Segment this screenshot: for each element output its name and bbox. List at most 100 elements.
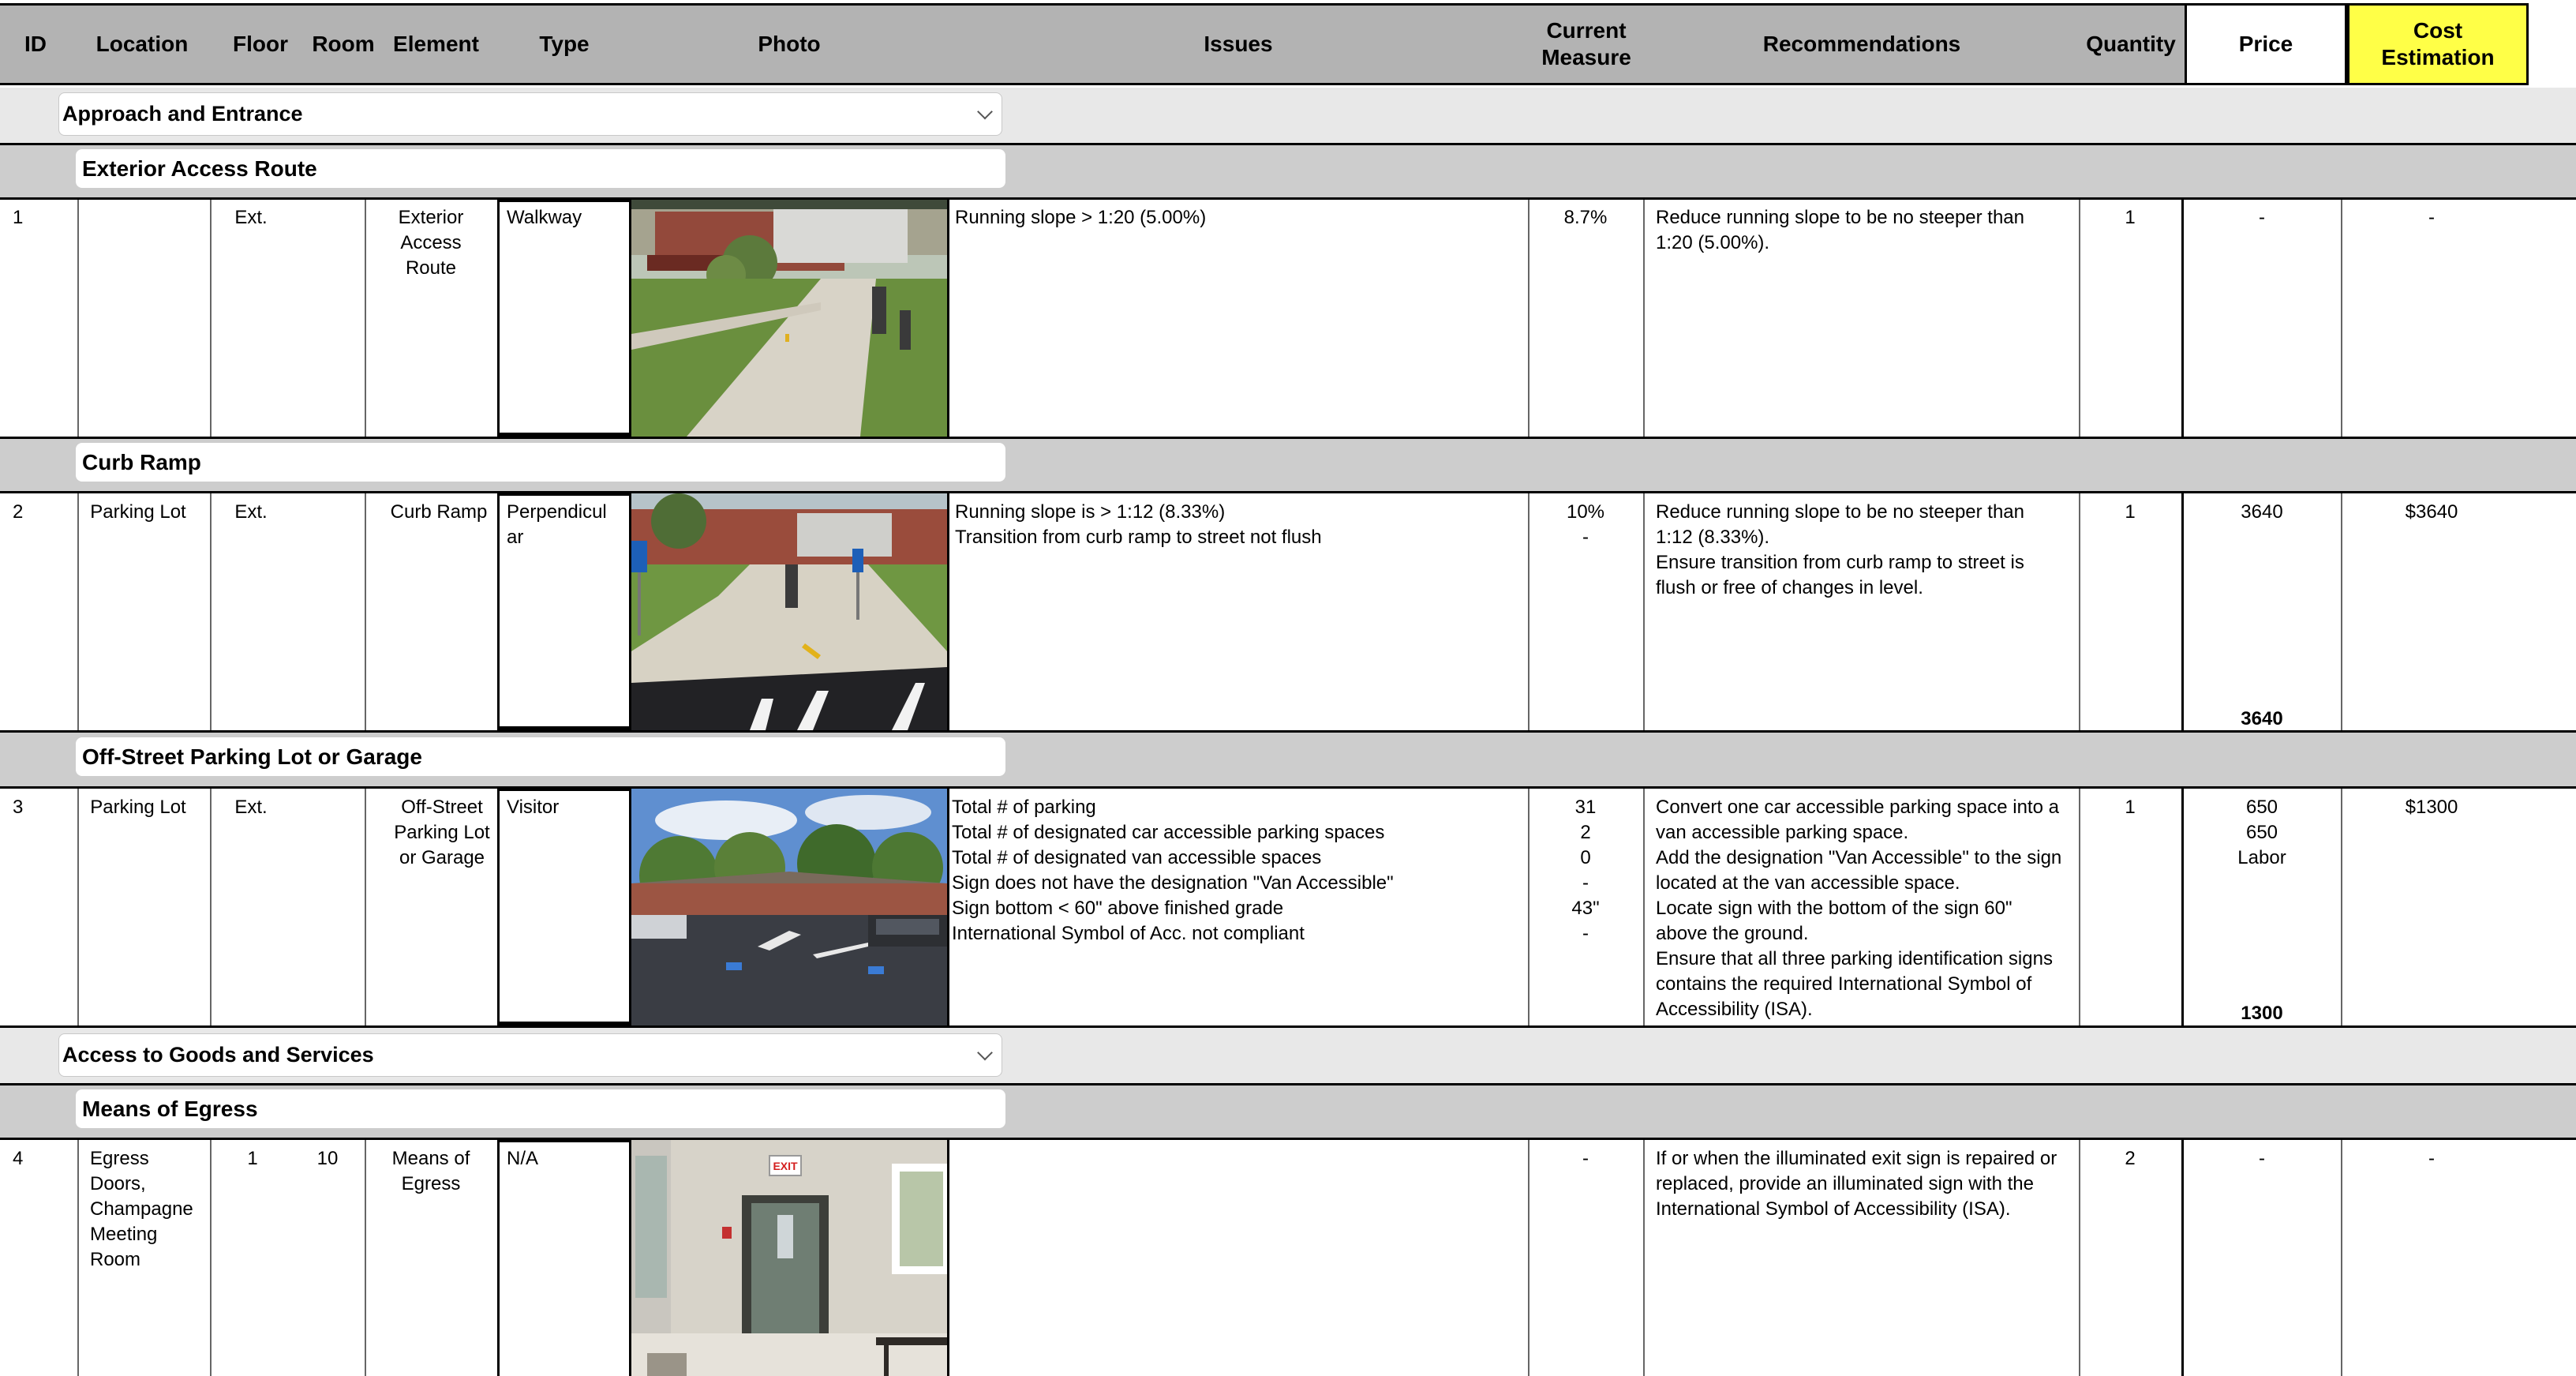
cell-location: Parking Lot bbox=[90, 501, 186, 523]
cell-recommendations: Convert one car accessible parking space… bbox=[1656, 797, 2062, 1020]
header-element: Element bbox=[393, 32, 479, 56]
cell-element: Off-Street Parking Lot or Garage bbox=[394, 797, 490, 868]
column-divider bbox=[947, 493, 949, 730]
column-divider bbox=[1643, 493, 1645, 730]
subsection-title: Off-Street Parking Lot or Garage bbox=[76, 737, 1005, 776]
cell-recommendations: Reduce running slope to be no steeper th… bbox=[1656, 501, 2025, 598]
column-divider bbox=[77, 200, 79, 437]
chevron-down-icon[interactable] bbox=[977, 103, 993, 119]
column-divider bbox=[210, 789, 212, 1025]
curb-ramp-photo bbox=[631, 493, 947, 730]
cell-element: Curb Ramp bbox=[390, 501, 488, 523]
column-divider bbox=[1528, 200, 1530, 437]
cell-floor: Ext. bbox=[234, 797, 268, 818]
column-divider bbox=[2181, 493, 2184, 730]
column-divider bbox=[1643, 200, 1645, 437]
column-divider bbox=[2341, 200, 2342, 437]
cell-issues: Running slope is > 1:12 (8.33%) Transiti… bbox=[955, 501, 1322, 548]
cell-current-measure: 8.7% bbox=[1563, 207, 1608, 228]
cell-id: 4 bbox=[13, 1148, 24, 1169]
cell-quantity: 1 bbox=[2125, 797, 2136, 818]
cell-current-measure: - bbox=[1582, 1148, 1589, 1169]
header-room: Room bbox=[312, 32, 375, 56]
column-divider bbox=[2079, 1140, 2080, 1376]
cell-cost-estimation: $1300 bbox=[2405, 797, 2458, 818]
cell-price-total: 1300 bbox=[2241, 1003, 2283, 1024]
column-divider bbox=[1643, 1140, 1645, 1376]
column-divider bbox=[947, 789, 949, 1025]
section-title: Access to Goods and Services bbox=[62, 1043, 374, 1067]
column-divider bbox=[2079, 493, 2080, 730]
cell-floor: 1 bbox=[247, 1148, 258, 1169]
column-divider bbox=[2181, 1140, 2184, 1376]
column-divider bbox=[365, 789, 366, 1025]
cell-floor: Ext. bbox=[234, 207, 268, 228]
subsection-title: Exterior Access Route bbox=[76, 149, 1005, 188]
column-divider bbox=[365, 493, 366, 730]
header-floor: Floor bbox=[233, 32, 288, 56]
cell-type: Visitor bbox=[507, 797, 560, 818]
cell-price: - bbox=[2259, 207, 2265, 228]
column-divider bbox=[947, 1140, 949, 1376]
column-divider bbox=[2341, 1140, 2342, 1376]
header-issues: Issues bbox=[1204, 32, 1273, 56]
parking-lot-photo bbox=[631, 789, 947, 1025]
header-recommendations: Recommendations bbox=[1762, 32, 1961, 56]
cell-cost-estimation: - bbox=[2428, 1148, 2435, 1169]
cell-id: 1 bbox=[13, 207, 24, 228]
cell-price: - bbox=[2259, 1148, 2265, 1169]
cell-price: 3640 bbox=[2241, 501, 2283, 523]
cell-price-total: 3640 bbox=[2241, 708, 2283, 729]
chevron-down-icon[interactable] bbox=[977, 1044, 993, 1060]
column-divider bbox=[1643, 789, 1645, 1025]
cell-type: Perpendicul ar bbox=[507, 501, 607, 548]
column-divider bbox=[77, 493, 79, 730]
type-cell-border bbox=[497, 1140, 631, 1376]
cell-issues: Total # of parking Total # of designated… bbox=[952, 797, 1394, 944]
header-cost-estimation: Cost Estimation bbox=[2347, 3, 2529, 85]
cell-quantity: 1 bbox=[2125, 207, 2136, 228]
cell-id: 3 bbox=[13, 797, 24, 818]
type-cell-border bbox=[497, 789, 631, 1025]
cell-location: Parking Lot bbox=[90, 797, 186, 818]
cell-current-measure: 10% - bbox=[1566, 501, 1605, 548]
cell-id: 2 bbox=[13, 501, 24, 523]
cell-room: 10 bbox=[316, 1148, 339, 1169]
column-divider bbox=[2079, 200, 2080, 437]
subsection-title: Curb Ramp bbox=[76, 443, 1005, 482]
cell-cost-estimation: - bbox=[2428, 207, 2435, 228]
column-divider bbox=[210, 493, 212, 730]
cell-quantity: 1 bbox=[2125, 501, 2136, 523]
column-divider bbox=[2181, 200, 2184, 437]
column-divider bbox=[210, 200, 212, 437]
column-divider bbox=[2181, 789, 2184, 1025]
cell-element: Exterior Access Route bbox=[398, 207, 464, 279]
header-photo: Photo bbox=[758, 32, 821, 56]
cell-price: 650 650 Labor bbox=[2237, 797, 2286, 868]
cell-element: Means of Egress bbox=[391, 1148, 470, 1194]
section-select-approach[interactable]: Approach and Entrance bbox=[58, 92, 1002, 136]
cell-recommendations: Reduce running slope to be no steeper th… bbox=[1656, 207, 2025, 253]
column-divider bbox=[77, 1140, 79, 1376]
exit-sign-text: EXIT bbox=[773, 1160, 798, 1172]
section-select-goods-services[interactable]: Access to Goods and Services bbox=[58, 1033, 1002, 1077]
walkway-photo bbox=[631, 200, 947, 437]
column-divider bbox=[365, 1140, 366, 1376]
cell-location: Egress Doors, Champagne Meeting Room bbox=[90, 1148, 193, 1270]
header-current-measure: Current Measure bbox=[1541, 18, 1631, 69]
header-id: ID bbox=[24, 32, 47, 56]
header-price: Price bbox=[2185, 3, 2347, 85]
column-divider bbox=[365, 200, 366, 437]
cell-cost-estimation: $3640 bbox=[2405, 501, 2458, 523]
cell-type: N/A bbox=[507, 1148, 539, 1169]
column-divider bbox=[2341, 789, 2342, 1025]
cell-floor: Ext. bbox=[234, 501, 268, 523]
column-divider bbox=[210, 1140, 212, 1376]
cell-recommendations: If or when the illuminated exit sign is … bbox=[1656, 1148, 2057, 1220]
section-title: Approach and Entrance bbox=[62, 102, 303, 126]
column-divider bbox=[2079, 789, 2080, 1025]
subsection-title: Means of Egress bbox=[76, 1089, 1005, 1128]
header-quantity: Quantity bbox=[2086, 32, 2176, 56]
cell-current-measure: 31 2 0 - 43" - bbox=[1571, 797, 1600, 944]
cell-issues: Running slope > 1:20 (5.00%) bbox=[955, 207, 1207, 228]
